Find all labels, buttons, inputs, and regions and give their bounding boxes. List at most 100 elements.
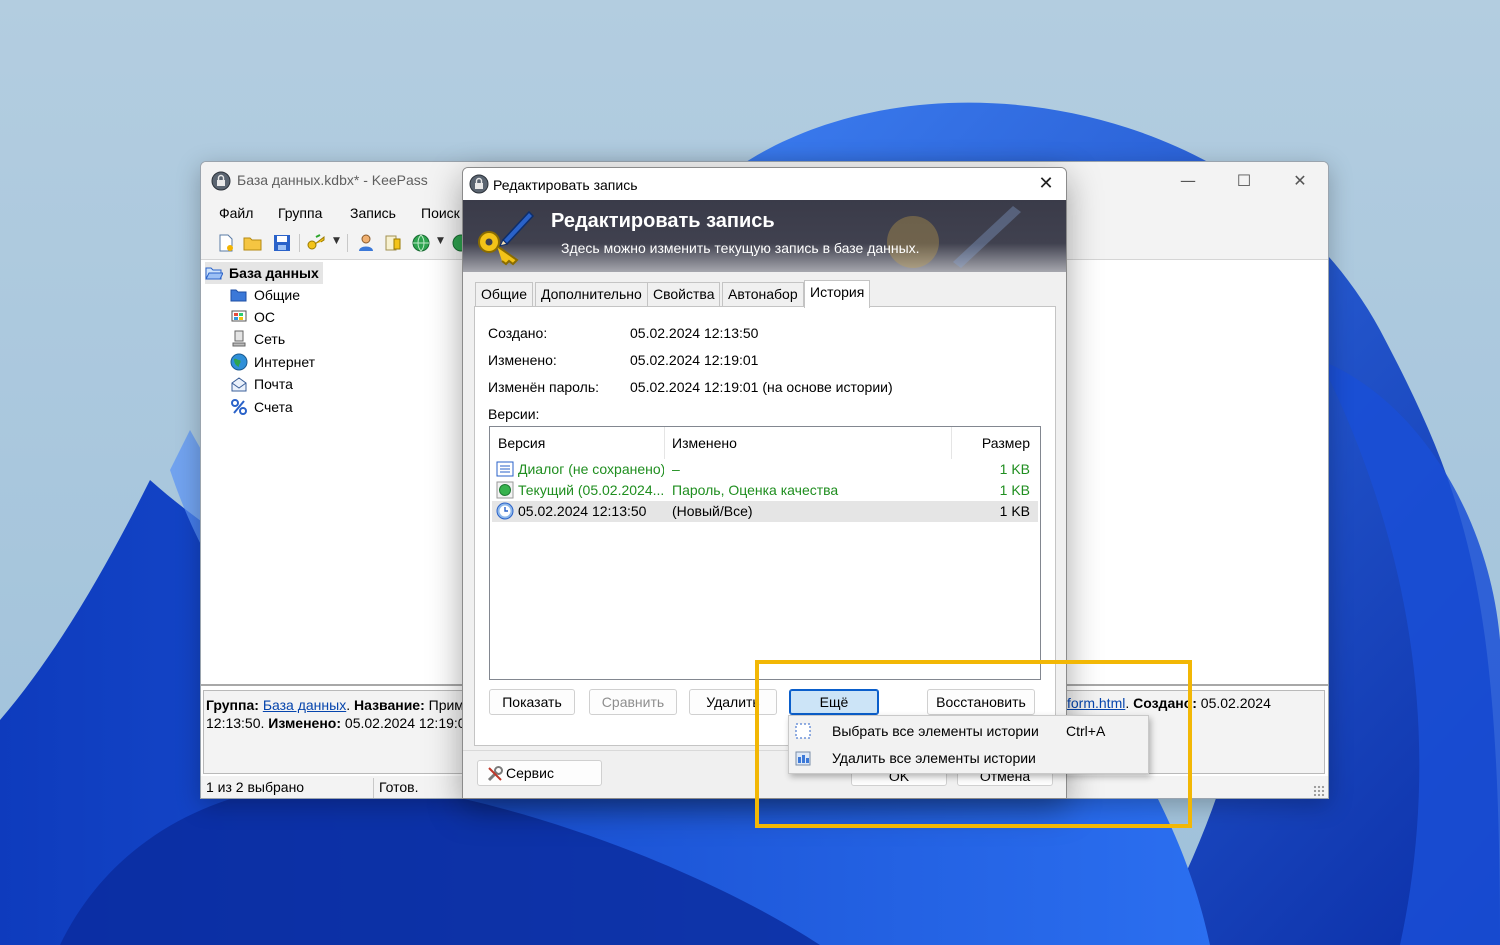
new-database-icon[interactable]: [216, 233, 236, 253]
tree-item-mail[interactable]: Почта: [230, 373, 293, 395]
version-changed: (Новый/Все): [672, 503, 753, 519]
modified-label: Изменено:: [268, 715, 342, 731]
versions-label: Версии:: [488, 406, 540, 422]
toolbar-separator: [299, 234, 300, 252]
dialog-title: Редактировать запись: [493, 177, 638, 193]
menu-entry[interactable]: Запись: [350, 205, 396, 221]
tree-item-label: Общие: [254, 287, 301, 303]
version-changed: Пароль, Оценка качества: [672, 482, 839, 498]
column-separator: [664, 427, 665, 459]
mail-envelope-icon: [231, 377, 247, 392]
os-windows-icon: [231, 310, 247, 322]
status-separator: [373, 778, 374, 798]
version-size: 1 KB: [999, 461, 1030, 477]
column-header-changed[interactable]: Изменено: [672, 435, 737, 451]
created-value: 05.02.2024 12:13:50: [630, 325, 759, 341]
tree-item-database[interactable]: База данных: [205, 262, 323, 284]
tree-item-network[interactable]: Сеть: [230, 328, 285, 350]
column-header-version[interactable]: Версия: [498, 435, 545, 451]
open-url-globe-icon[interactable]: [411, 233, 431, 253]
show-button[interactable]: Показать: [489, 689, 575, 715]
version-size: 1 KB: [999, 503, 1030, 519]
title-value: Прим: [428, 697, 464, 713]
version-name: 05.02.2024 12:13:50: [518, 503, 647, 519]
clock-icon: [496, 502, 514, 520]
folder-icon: [230, 289, 247, 302]
open-folder-icon[interactable]: [243, 233, 263, 253]
globe-icon: [230, 353, 248, 371]
menu-group[interactable]: Группа: [278, 205, 322, 221]
tree-item-accounts[interactable]: Счета: [230, 396, 293, 418]
tools-label: Сервис: [506, 765, 554, 781]
tab-general[interactable]: Общие: [475, 282, 534, 306]
menu-find[interactable]: Поиск: [421, 205, 460, 221]
maximize-button[interactable]: ☐: [1221, 166, 1267, 196]
copy-password-icon[interactable]: [383, 233, 403, 253]
version-size: 1 KB: [999, 482, 1030, 498]
version-row[interactable]: Текущий (05.02.2024... Пароль, Оценка ка…: [492, 480, 1038, 501]
tree-item-label: База данных: [229, 265, 319, 281]
group-label: Группа:: [206, 697, 259, 713]
modified-value: 05.02.2024 12:19:0: [344, 715, 466, 731]
compare-button[interactable]: Сравнить: [589, 689, 677, 715]
column-separator: [951, 427, 952, 459]
close-window-button[interactable]: ✕: [1277, 166, 1323, 196]
dialog-banner: Редактировать запись Здесь можно изменит…: [463, 200, 1066, 272]
password-changed-value: 05.02.2024 12:19:01 (на основе истории): [630, 379, 893, 395]
keepass-lock-icon: [469, 174, 489, 194]
tab-history[interactable]: История: [804, 280, 871, 308]
list-icon: [496, 461, 514, 477]
created-label: Создано:: [488, 325, 548, 341]
tree-item-label: Интернет: [254, 354, 316, 370]
wrench-tools-icon: [487, 766, 503, 782]
green-dot-icon: [496, 481, 514, 499]
version-row[interactable]: Диалог (не сохранено) – 1 KB: [492, 459, 1038, 480]
modified-value: 05.02.2024 12:19:01: [630, 352, 759, 368]
menu-file[interactable]: Файл: [219, 205, 253, 221]
tab-advanced[interactable]: Дополнительно: [535, 282, 648, 306]
dialog-close-button[interactable]: ✕: [1032, 170, 1060, 198]
dialog-titlebar: Редактировать запись ✕: [463, 168, 1066, 200]
modified-label: Изменено:: [488, 352, 557, 368]
tools-button[interactable]: Сервис: [477, 760, 602, 786]
resize-grip[interactable]: [1313, 785, 1325, 797]
chevron-down-icon[interactable]: ▼: [437, 236, 444, 246]
toolbar-separator: [347, 234, 348, 252]
tree-item-os[interactable]: ОС: [230, 306, 275, 328]
minimize-button[interactable]: —: [1165, 166, 1211, 196]
punctuation: .: [346, 697, 354, 713]
percent-icon: [231, 399, 247, 415]
network-icon: [232, 330, 246, 347]
tree-item-general[interactable]: Общие: [230, 284, 300, 306]
save-icon[interactable]: [272, 233, 292, 253]
copy-username-icon[interactable]: [356, 233, 376, 253]
status-state: Готов.: [379, 779, 419, 795]
tree-item-label: Почта: [254, 376, 293, 392]
status-selection: 1 из 2 выбрано: [206, 779, 305, 795]
highlight-frame: [755, 660, 1192, 828]
title-label: Название:: [354, 697, 425, 713]
tree-item-internet[interactable]: Интернет: [230, 351, 315, 373]
password-changed-label: Изменён пароль:: [488, 379, 600, 395]
key-pen-icon: [478, 210, 535, 266]
tree-item-label: Сеть: [254, 331, 286, 347]
chevron-down-icon[interactable]: ▼: [333, 236, 340, 246]
tab-properties[interactable]: Свойства: [647, 282, 721, 306]
version-row[interactable]: 05.02.2024 12:13:50 (Новый/Все) 1 KB: [492, 501, 1038, 522]
open-folder-icon: [205, 267, 223, 280]
version-changed: –: [672, 461, 680, 477]
version-name: Диалог (не сохранено): [518, 461, 664, 477]
column-header-size[interactable]: Размер: [982, 435, 1030, 451]
main-window-title: База данных.kdbx* - KeePass: [237, 172, 428, 188]
group-link[interactable]: База данных: [263, 697, 346, 713]
tab-autotype[interactable]: Автонабор: [722, 282, 804, 306]
tree-item-label: Счета: [254, 399, 293, 415]
created-time: 12:13:50.: [206, 715, 265, 731]
banner-subtitle: Здесь можно изменить текущую запись в ба…: [561, 240, 920, 256]
tree-item-label: ОС: [254, 309, 275, 325]
keepass-lock-icon: [211, 171, 231, 191]
banner-watermark-icon: [887, 206, 1021, 268]
created-value: 05.02.2024: [1200, 695, 1271, 711]
add-entry-key-icon[interactable]: [306, 233, 326, 253]
versions-list[interactable]: Версия Изменено Размер Диалог (не сохран…: [489, 426, 1041, 680]
